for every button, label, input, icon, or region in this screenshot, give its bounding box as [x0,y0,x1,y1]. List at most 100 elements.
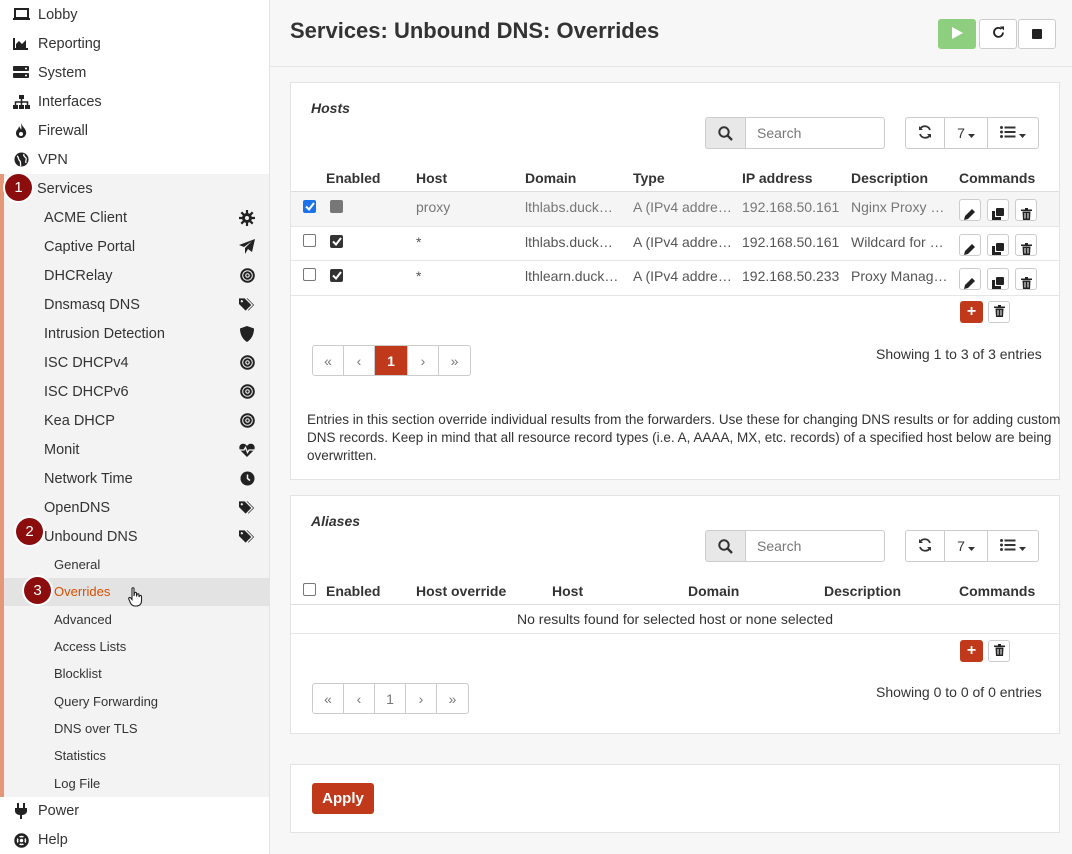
page-prev[interactable]: ‹ [344,346,375,375]
clone-button[interactable] [987,199,1009,221]
nav-label: Power [38,803,80,820]
page-last[interactable]: » [439,346,470,375]
enabled-checkbox[interactable] [330,200,343,213]
table-row[interactable]: * lthlearn.duck… A (IPv4 addre… 192.168.… [291,261,1059,296]
delete-selected-button[interactable] [988,301,1010,323]
search-icon[interactable] [705,117,745,149]
nav-services[interactable]: Services [4,174,269,203]
col-commands: Commands [959,583,1036,599]
row-select-checkbox[interactable] [303,200,316,213]
nav-system[interactable]: System [0,58,269,87]
sidebar-sub-dns-over-tls[interactable]: DNS over TLS [4,715,269,742]
columns-dropdown[interactable] [988,531,1038,561]
nav-firewall[interactable]: Firewall [0,116,269,145]
sidebar-item-unbound-dns[interactable]: Unbound DNS [4,522,269,551]
aliases-title: Aliases [311,513,361,529]
refresh-button[interactable] [906,531,945,561]
restart-service-button[interactable] [979,19,1017,49]
row-select-checkbox[interactable] [303,268,316,281]
sidebar: Lobby Reporting System Interfaces Firewa… [0,0,270,854]
apply-button[interactable]: Apply [312,783,374,814]
page-first[interactable]: « [313,346,344,375]
sidebar-item-opendns[interactable]: OpenDNS [4,493,269,522]
page-current[interactable]: 1 [375,346,408,375]
sidebar-item-kea-dhcp[interactable]: Kea DHCP [4,406,269,435]
col-enabled[interactable]: Enabled [326,583,380,599]
delete-selected-button[interactable] [988,640,1010,662]
page-size-dropdown[interactable]: 7 [945,531,988,561]
col-host[interactable]: Host [552,583,583,599]
shield-icon [239,325,255,342]
col-host[interactable]: Host [416,170,447,186]
sidebar-item-isc-dhcpv6[interactable]: ISC DHCPv6 [4,377,269,406]
clone-button[interactable] [987,268,1009,290]
col-type[interactable]: Type [633,170,665,186]
page-next[interactable]: › [406,684,437,713]
select-all-checkbox[interactable] [303,583,316,596]
sidebar-sub-statistics[interactable]: Statistics [4,742,269,769]
delete-button[interactable] [1015,233,1037,258]
bullseye-icon [239,384,255,400]
edit-button[interactable] [959,268,981,290]
page-size-dropdown[interactable]: 7 [945,118,988,148]
nav-reporting[interactable]: Reporting [0,29,269,58]
start-service-button[interactable] [938,19,976,49]
search-input[interactable] [745,117,885,149]
trash-icon [1020,242,1032,258]
nav-power[interactable]: Power [0,797,269,826]
table-row[interactable]: * lthlabs.duck… A (IPv4 addre… 192.168.5… [291,227,1059,261]
sidebar-item-intrusion-detection[interactable]: Intrusion Detection [4,319,269,348]
sidebar-item-network-time[interactable]: Network Time [4,464,269,493]
sidebar-sub-blocklist[interactable]: Blocklist [4,660,269,687]
col-enabled[interactable]: Enabled [326,170,380,186]
nav-lobby[interactable]: Lobby [0,0,269,29]
page-prev[interactable]: ‹ [344,684,375,713]
col-description[interactable]: Description [824,583,901,599]
sidebar-sub-access-lists[interactable]: Access Lists [4,633,269,660]
col-host-override[interactable]: Host override [416,583,506,599]
table-row[interactable]: proxy lthlabs.duck… A (IPv4 addre… 192.1… [291,192,1059,227]
nav-interfaces[interactable]: Interfaces [0,87,269,116]
page-current[interactable]: 1 [375,684,406,713]
sidebar-item-captive-portal[interactable]: Captive Portal [4,232,269,261]
cell-host: * [416,233,422,250]
search-icon[interactable] [705,530,745,562]
sidebar-sub-query-forwarding[interactable]: Query Forwarding [4,687,269,714]
sidebar-sub-general[interactable]: General [4,551,269,578]
cell-domain: lthlabs.duck… [525,233,613,250]
sidebar-item-dnsmasq-dns[interactable]: Dnsmasq DNS [4,290,269,319]
refresh-button[interactable] [906,118,945,148]
trash-icon [993,643,1005,659]
page-last[interactable]: » [437,684,468,713]
clone-icon [992,207,1004,223]
delete-button[interactable] [1015,268,1037,290]
search-input[interactable] [745,530,885,562]
delete-button[interactable] [1015,199,1037,221]
edit-button[interactable] [959,233,981,256]
enabled-checkbox[interactable] [330,234,343,248]
stop-service-button[interactable] [1018,19,1056,49]
nav-vpn[interactable]: VPN [0,145,269,174]
row-select-checkbox[interactable] [303,233,316,247]
sidebar-item-isc-dhcpv4[interactable]: ISC DHCPv4 [4,348,269,377]
columns-dropdown[interactable] [988,118,1038,148]
add-alias-button[interactable]: + [960,640,983,662]
sidebar-sub-log-file[interactable]: Log File [4,769,269,796]
col-description[interactable]: Description [851,170,928,186]
nav-label: Statistics [54,748,107,764]
sidebar-item-dhcrelay[interactable]: DHCRelay [4,261,269,290]
nav-label: Dnsmasq DNS [44,296,140,313]
clone-button[interactable] [987,233,1009,256]
enabled-checkbox[interactable] [330,269,343,282]
col-domain[interactable]: Domain [525,170,576,186]
sidebar-item-acme-client[interactable]: ACME Client [4,203,269,232]
add-host-button[interactable]: + [960,301,983,323]
edit-button[interactable] [959,199,981,221]
col-ip-address[interactable]: IP address [742,170,813,186]
page-next[interactable]: › [408,346,439,375]
col-domain[interactable]: Domain [688,583,739,599]
page-first[interactable]: « [313,684,344,713]
col-commands: Commands [959,170,1036,186]
sidebar-item-monit[interactable]: Monit [4,435,269,464]
nav-help[interactable]: Help [0,826,269,854]
